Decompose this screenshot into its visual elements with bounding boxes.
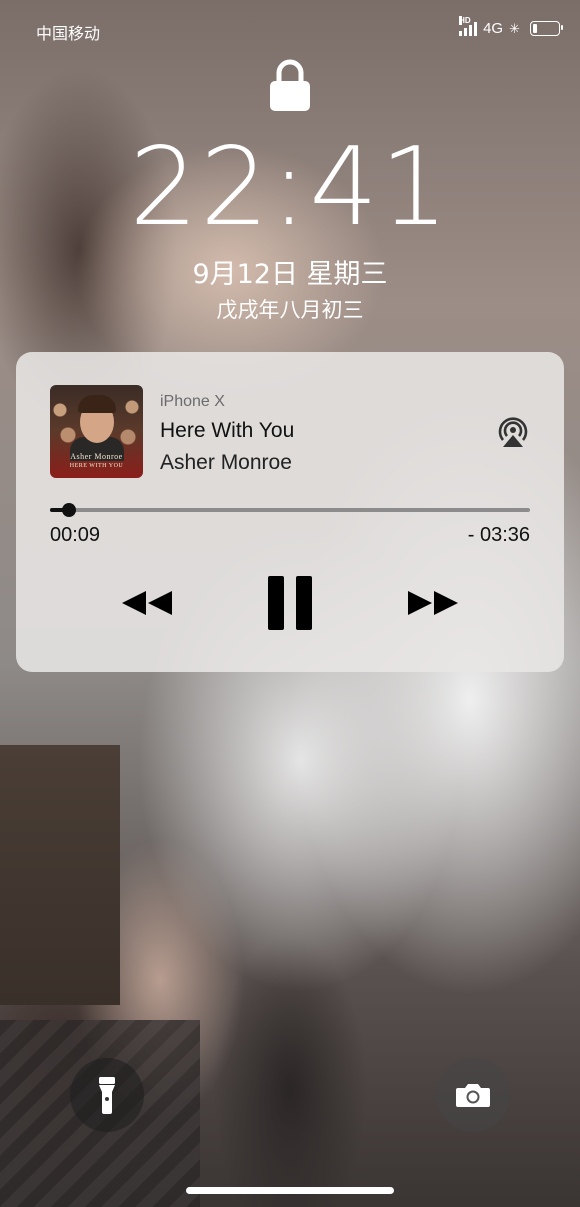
remaining-time: - 03:36 (467, 524, 530, 546)
artist-name: Asher Monroe (160, 451, 292, 474)
camera-button[interactable] (436, 1058, 510, 1132)
fast-forward-icon (408, 591, 458, 615)
status-indicators: HD 4G ✳ (459, 15, 563, 37)
camera-icon (456, 1084, 490, 1107)
hd-label: HD (459, 15, 471, 25)
activity-spinner-icon: ✳ (509, 20, 520, 36)
fast-forward-button[interactable] (406, 577, 462, 629)
lock-screen-date: 9月12日 星期三 (192, 259, 388, 290)
progress-scrubber[interactable] (62, 503, 77, 517)
rewind-button[interactable] (118, 577, 174, 629)
pause-button[interactable] (266, 574, 314, 632)
battery-icon (530, 21, 563, 36)
playback-progress-bar[interactable] (50, 503, 530, 517)
battery-level (533, 24, 537, 33)
network-type: 4G (483, 20, 504, 37)
album-art-figure-hair (78, 395, 116, 413)
status-bar: 中国移动 HD 4G ✳ (0, 0, 580, 60)
signal-strength-icon: HD (459, 15, 478, 36)
album-art[interactable]: Asher Monroe HERE WITH YOU (50, 385, 143, 478)
album-art-artist-text: Asher Monroe (70, 452, 123, 461)
flashlight-button[interactable] (70, 1058, 144, 1132)
lock-icon (270, 59, 310, 111)
lock-screen-time: 22:41 (129, 125, 451, 250)
home-indicator[interactable] (186, 1187, 394, 1194)
album-art-title-text: HERE WITH YOU (69, 463, 124, 469)
wallpaper-cabinet (0, 745, 120, 1005)
pause-icon (268, 576, 312, 630)
output-device-label: iPhone X (160, 393, 225, 410)
airplay-icon[interactable] (496, 414, 530, 448)
carrier-name: 中国移动 (36, 24, 101, 43)
flashlight-icon (99, 1077, 115, 1114)
elapsed-time: 00:09 (50, 524, 101, 546)
song-title: Here With You (160, 419, 295, 442)
lunar-date: 戊戌年八月初三 (216, 298, 364, 322)
rewind-icon (122, 591, 172, 615)
now-playing-widget[interactable]: Asher Monroe HERE WITH YOU iPhone X Here… (16, 352, 564, 672)
